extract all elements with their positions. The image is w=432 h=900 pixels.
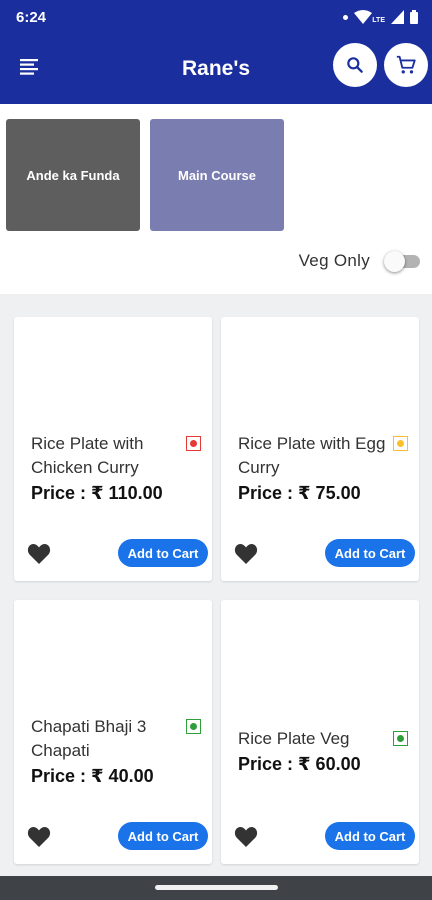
product-card[interactable]: Rice Plate with Egg Curry Price : ₹ 75.0… <box>221 317 419 581</box>
veg-indicator-icon <box>393 731 408 746</box>
indicator-dot <box>397 735 404 742</box>
home-gesture-handle[interactable] <box>155 885 278 890</box>
cart-icon <box>396 55 416 74</box>
product-price: Price : ₹ 75.00 <box>238 483 361 503</box>
category-tile-ande-ka-funda[interactable]: Ande ka Funda <box>6 119 140 231</box>
battery-icon <box>410 10 418 24</box>
product-price: Price : ₹ 110.00 <box>31 483 163 503</box>
status-icons: LTE <box>343 10 418 24</box>
search-button[interactable] <box>333 43 377 87</box>
heart-icon[interactable] <box>234 543 258 565</box>
status-bar: 6:24 LTE <box>0 0 432 34</box>
product-title: Rice Plate with Egg Curry <box>238 434 386 477</box>
signal-icon <box>391 10 404 24</box>
add-to-cart-button[interactable]: Add to Cart <box>325 539 415 567</box>
product-card[interactable]: Chapati Bhaji 3 Chapati Price : ₹ 40.00 … <box>14 600 212 864</box>
nonveg-indicator-icon <box>186 436 201 451</box>
category-section: Ande ka Funda Main Course Veg Only <box>0 104 432 294</box>
product-price: Price : ₹ 60.00 <box>238 754 361 774</box>
add-to-cart-button[interactable]: Add to Cart <box>325 822 415 850</box>
add-to-cart-button[interactable]: Add to Cart <box>118 539 208 567</box>
app-bar: Rane's <box>0 34 432 104</box>
indicator-dot <box>190 440 197 447</box>
egg-indicator-icon <box>393 436 408 451</box>
menu-icon <box>20 59 38 75</box>
product-card[interactable]: Rice Plate Veg Price : ₹ 60.00 Add to Ca… <box>221 600 419 864</box>
product-title: Chapati Bhaji 3 Chapati <box>31 717 147 760</box>
indicator-dot <box>190 723 197 730</box>
heart-icon[interactable] <box>234 826 258 848</box>
cart-button[interactable] <box>384 43 428 87</box>
search-icon <box>347 57 363 73</box>
dot-icon <box>343 14 349 20</box>
status-time: 6:24 <box>16 8 47 26</box>
wifi-icon <box>354 10 373 24</box>
product-title: Rice Plate Veg <box>238 729 350 748</box>
product-card[interactable]: Rice Plate with Chicken Curry Price : ₹ … <box>14 317 212 581</box>
toggle-knob <box>384 251 405 272</box>
category-tile-main-course[interactable]: Main Course <box>150 119 284 231</box>
heart-icon[interactable] <box>27 543 51 565</box>
veg-indicator-icon <box>186 719 201 734</box>
product-title: Rice Plate with Chicken Curry <box>31 434 144 477</box>
veg-only-filter: Veg Only <box>299 250 420 272</box>
add-to-cart-button[interactable]: Add to Cart <box>118 822 208 850</box>
product-price: Price : ₹ 40.00 <box>31 766 154 786</box>
network-type-label: LTE <box>372 16 385 24</box>
menu-button[interactable] <box>18 55 42 79</box>
veg-only-label: Veg Only <box>298 251 370 270</box>
system-nav-bar <box>0 876 432 900</box>
heart-icon[interactable] <box>27 826 51 848</box>
indicator-dot <box>397 440 404 447</box>
veg-only-toggle[interactable] <box>384 250 420 272</box>
